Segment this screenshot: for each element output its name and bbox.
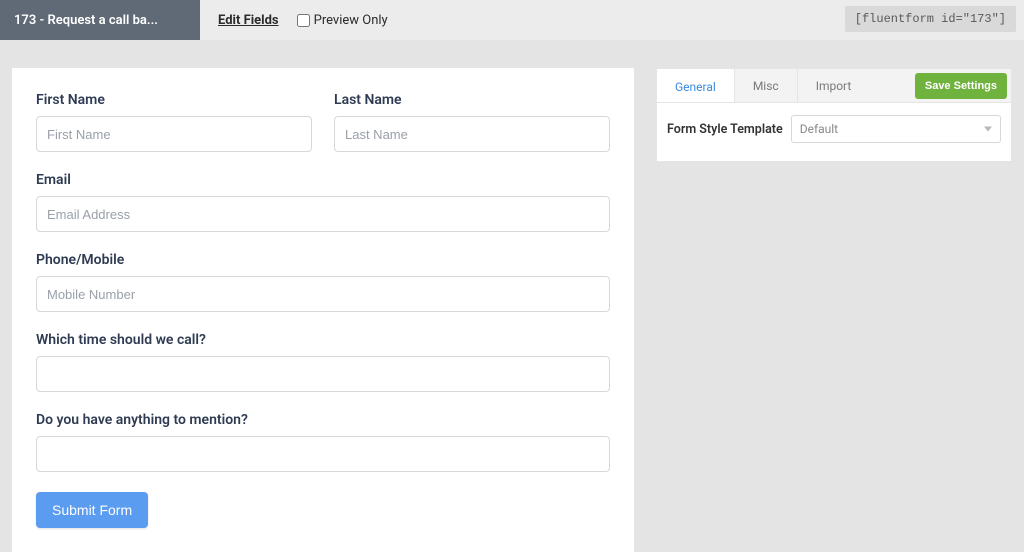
edit-fields-link[interactable]: Edit Fields — [218, 13, 279, 28]
tab-misc[interactable]: Misc — [734, 69, 797, 102]
content-area: First Name Last Name Email Phone/Mobile … — [0, 40, 1024, 552]
style-template-label: Form Style Template — [667, 122, 783, 137]
tab-general[interactable]: General — [657, 69, 734, 102]
style-template-select[interactable]: Default — [791, 115, 1001, 143]
shortcode-display[interactable]: [fluentform id="173"] — [845, 6, 1016, 32]
preview-only-label: Preview Only — [314, 13, 388, 28]
phone-input[interactable] — [36, 276, 610, 312]
topbar: 173 - Request a call ba... Edit Fields P… — [0, 0, 1024, 40]
preview-only-checkbox[interactable] — [297, 14, 310, 27]
first-name-label: First Name — [36, 92, 312, 108]
settings-body: Form Style Template Default — [656, 102, 1012, 162]
phone-label: Phone/Mobile — [36, 252, 610, 268]
chevron-down-icon — [984, 127, 992, 132]
message-input[interactable] — [36, 436, 610, 472]
time-label: Which time should we call? — [36, 332, 610, 348]
preview-only-toggle[interactable]: Preview Only — [297, 13, 388, 28]
first-name-input[interactable] — [36, 116, 312, 152]
style-template-value: Default — [800, 122, 838, 136]
email-label: Email — [36, 172, 610, 188]
save-settings-button[interactable]: Save Settings — [915, 73, 1007, 99]
settings-tabs: General Misc Import Save Settings — [656, 68, 1012, 102]
form-panel: First Name Last Name Email Phone/Mobile … — [12, 68, 634, 552]
time-input[interactable] — [36, 356, 610, 392]
submit-button[interactable]: Submit Form — [36, 492, 148, 528]
settings-panel: General Misc Import Save Settings Form S… — [656, 68, 1012, 552]
message-label: Do you have anything to mention? — [36, 412, 610, 428]
tab-import[interactable]: Import — [797, 69, 870, 102]
last-name-label: Last Name — [334, 92, 610, 108]
last-name-input[interactable] — [334, 116, 610, 152]
form-title: 173 - Request a call ba... — [0, 0, 200, 40]
email-input[interactable] — [36, 196, 610, 232]
